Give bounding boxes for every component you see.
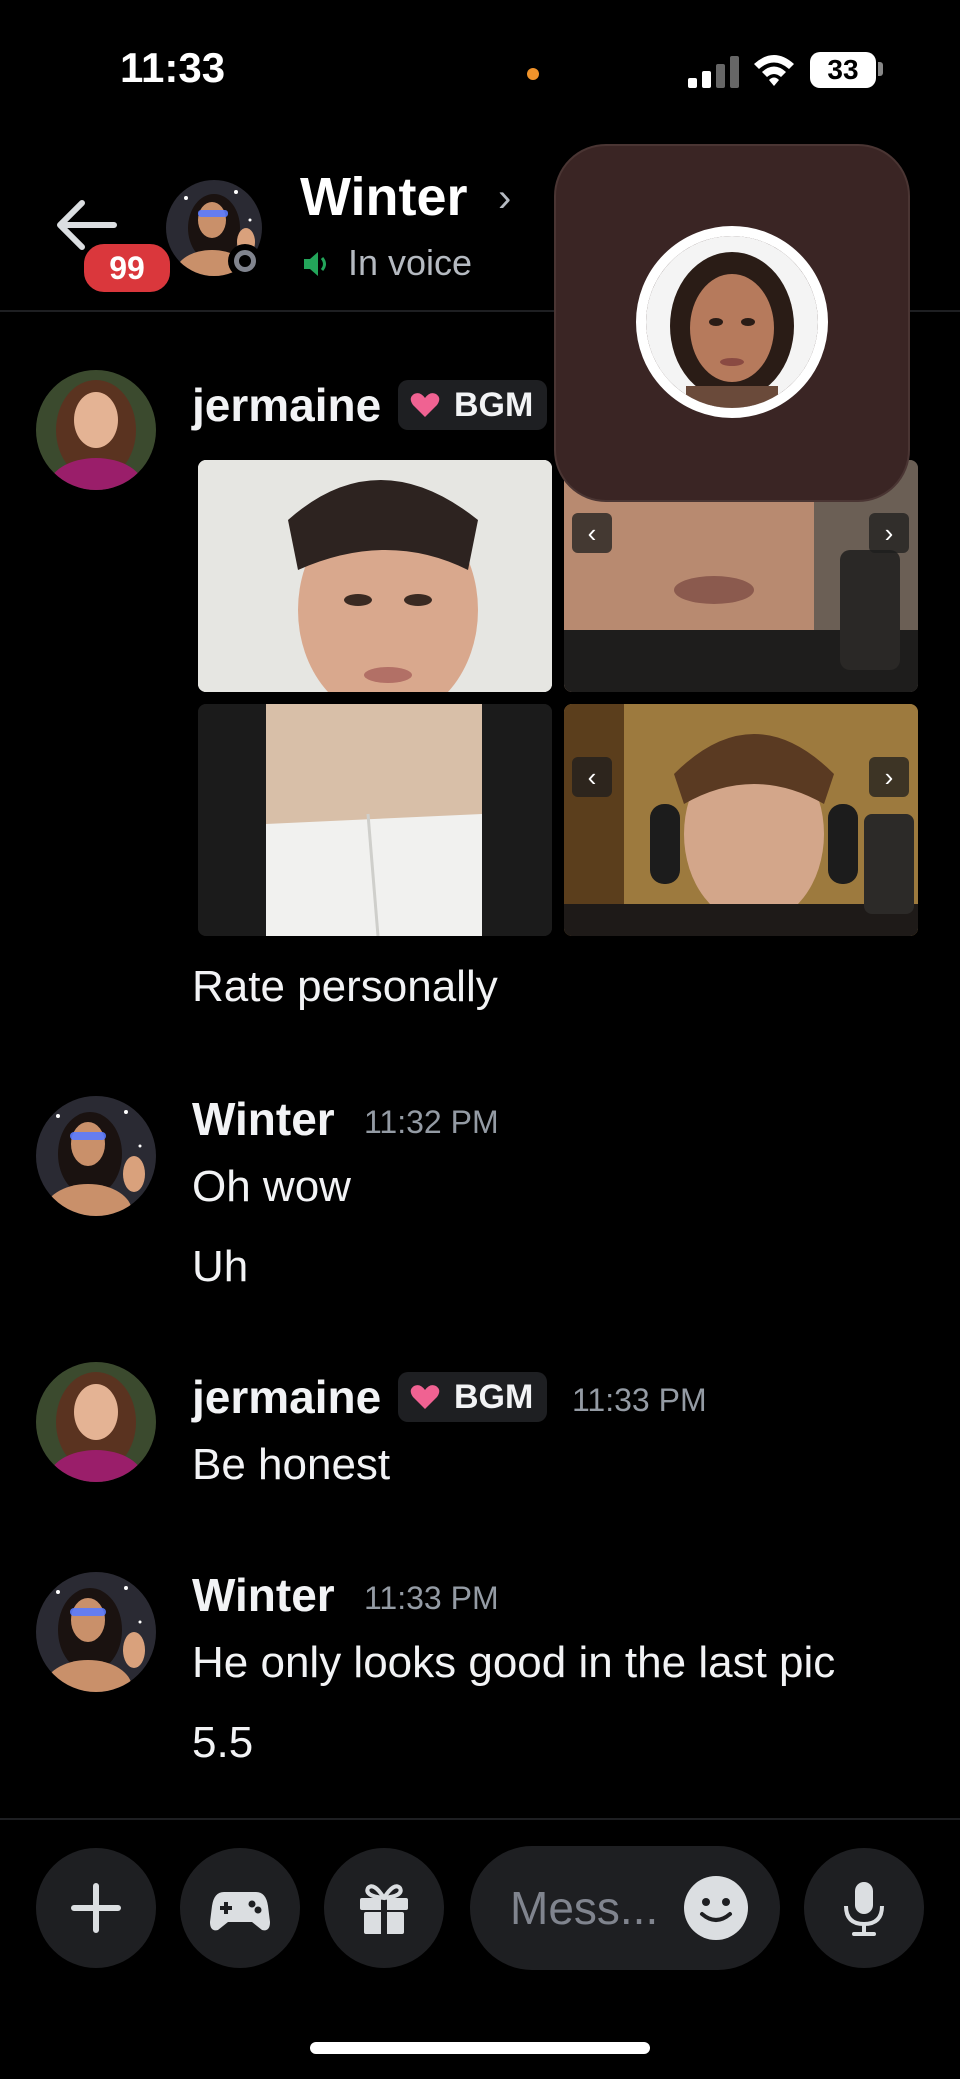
battery-level: 33	[810, 52, 876, 88]
message-text: Rate personally	[192, 962, 498, 1011]
winter-avatar[interactable]	[36, 1096, 156, 1216]
jermaine-avatar[interactable]	[36, 370, 156, 490]
gift-button[interactable]	[324, 1848, 444, 1968]
gift-icon	[360, 1884, 408, 1934]
message-author[interactable]: Winter	[192, 1568, 335, 1622]
jermaine-avatar[interactable]	[36, 1362, 156, 1482]
home-indicator[interactable]	[310, 2042, 650, 2054]
message-author[interactable]: Winter	[192, 1092, 335, 1146]
attachment-image-3[interactable]	[198, 704, 552, 936]
role-tag-label: BGM	[454, 1378, 534, 1416]
gamepad-icon	[210, 1892, 270, 1931]
battery-nub	[878, 62, 883, 76]
message-text: He only looks good in the last pic	[192, 1638, 836, 1687]
emoji-button[interactable]	[684, 1876, 748, 1940]
channel-title[interactable]: Winter	[300, 166, 468, 228]
message-text: 5.5	[192, 1718, 254, 1767]
offline-status-icon	[228, 244, 262, 278]
message-text: Uh	[192, 1242, 249, 1291]
message-timestamp: 11:33 PM	[572, 1382, 707, 1418]
message-author[interactable]: jermaine	[192, 378, 381, 432]
role-tag-label: BGM	[454, 386, 534, 424]
heart-icon	[410, 393, 440, 417]
winter-avatar[interactable]	[36, 1572, 156, 1692]
heart-icon	[410, 1385, 440, 1409]
voice-status: In voice	[348, 242, 473, 283]
add-attachment-button[interactable]	[36, 1848, 156, 1968]
speaker-icon	[304, 252, 326, 276]
emoji-icon	[700, 1898, 732, 1922]
activities-button[interactable]	[180, 1848, 300, 1968]
plus-icon	[71, 1883, 121, 1933]
chevron-right-icon[interactable]: ›	[869, 757, 909, 797]
message-text: Be honest	[192, 1440, 391, 1489]
chevron-right-icon[interactable]: ›	[498, 176, 511, 221]
message-text: Oh wow	[192, 1162, 351, 1211]
role-tag[interactable]: BGM	[398, 380, 548, 430]
wifi-icon	[754, 55, 794, 86]
message-timestamp: 11:32 PM	[364, 1104, 499, 1140]
microphone-icon	[844, 1882, 884, 1936]
privacy-indicator-dot	[527, 68, 539, 80]
role-tag[interactable]: BGM	[398, 1372, 548, 1422]
chevron-left-icon[interactable]: ‹	[572, 757, 612, 797]
status-time: 11:33	[120, 44, 226, 91]
unread-badge: 99	[80, 240, 174, 296]
chevron-right-icon[interactable]: ›	[869, 513, 909, 553]
voice-message-button[interactable]	[804, 1848, 924, 1968]
attachment-image-4[interactable]	[564, 704, 918, 936]
composer-divider	[0, 1818, 960, 1820]
message-timestamp: 11:33 PM	[364, 1580, 499, 1616]
message-author[interactable]: jermaine	[192, 1370, 381, 1424]
cellular-signal-icon	[688, 56, 740, 88]
chevron-left-icon[interactable]: ‹	[572, 513, 612, 553]
attachment-image-1[interactable]	[198, 460, 552, 692]
call-participant-avatar	[636, 226, 828, 418]
